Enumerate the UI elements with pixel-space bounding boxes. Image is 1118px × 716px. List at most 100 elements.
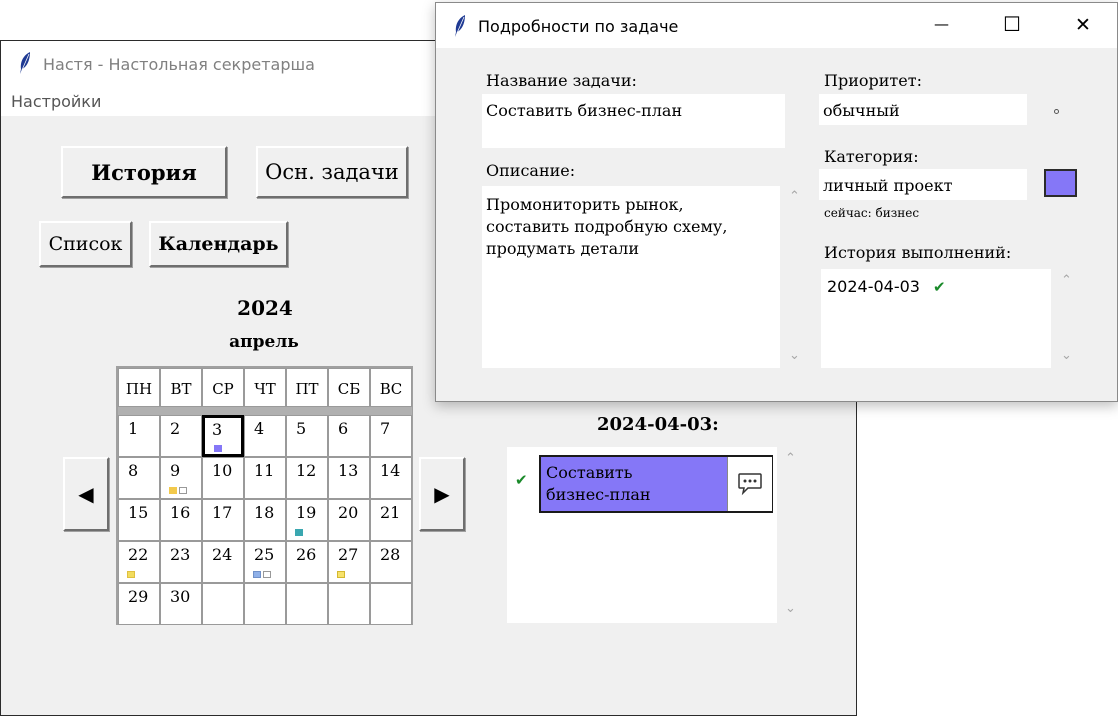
task-marker-icon [253, 571, 261, 578]
minimize-icon[interactable]: — [934, 15, 949, 33]
calendar-day-cell[interactable] [202, 583, 244, 625]
maximize-icon[interactable]: ☐ [1003, 12, 1021, 36]
calendar-day-number: 29 [128, 587, 149, 606]
close-icon[interactable]: ✕ [1075, 14, 1091, 36]
dialog-title: Подробности по задаче [478, 17, 679, 36]
task-name-value: Составить бизнес-план [486, 101, 683, 120]
calendar-day-cell[interactable]: 18 [244, 499, 286, 541]
calendar-day-cell[interactable]: 14 [370, 457, 412, 499]
calendar-day-cell[interactable]: 1 [118, 415, 160, 457]
comment-icon [738, 473, 762, 496]
history-list: 2024-04-03 ✔ [821, 269, 1051, 368]
day-list-scroll-up-icon[interactable]: ⌃ [785, 451, 796, 466]
category-label: Категория: [824, 147, 919, 166]
calendar-day-number: 18 [254, 503, 275, 522]
calendar-day-cell[interactable]: 9 [160, 457, 202, 499]
weekday-separator [118, 407, 412, 415]
history-check-icon: ✔ [933, 278, 946, 296]
weekday-label: СБ [337, 380, 361, 398]
priority-dot-icon [1054, 109, 1059, 114]
history-scroll-up-icon[interactable]: ⌃ [1061, 273, 1072, 288]
calendar-button[interactable]: Календарь [149, 221, 288, 267]
description-scroll-down-icon[interactable]: ⌄ [789, 348, 800, 363]
history-entry-date: 2024-04-03 [827, 277, 920, 296]
calendar-day-cell[interactable]: 30 [160, 583, 202, 625]
calendar-day-cell[interactable]: 7 [370, 415, 412, 457]
calendar-day-cell[interactable]: 3 [202, 415, 244, 457]
prev-month-button[interactable]: ◀ [63, 457, 109, 531]
calendar-day-cell[interactable]: 24 [202, 541, 244, 583]
calendar-day-cell[interactable]: 26 [286, 541, 328, 583]
weekday-header: СБ [328, 368, 370, 407]
calendar-day-cell[interactable]: 2 [160, 415, 202, 457]
calendar-day-cell[interactable] [244, 583, 286, 625]
calendar-day-number: 4 [254, 419, 265, 438]
task-row[interactable]: ✔ Составить бизнес-план [507, 447, 777, 519]
calendar-day-cell[interactable]: 13 [328, 457, 370, 499]
calendar-day-cell[interactable]: 15 [118, 499, 160, 541]
calendar-day-cell[interactable]: 12 [286, 457, 328, 499]
calendar-day-cell[interactable]: 11 [244, 457, 286, 499]
calendar-day-cell[interactable]: 5 [286, 415, 328, 457]
calendar-day-number: 23 [170, 545, 191, 564]
calendar-day-cell[interactable] [370, 583, 412, 625]
menu-item-settings[interactable]: Настройки [11, 92, 101, 111]
calendar-day-cell[interactable]: 28 [370, 541, 412, 583]
calendar-day-cell[interactable]: 20 [328, 499, 370, 541]
history-button-label: История [91, 159, 197, 185]
calendar-day-cell[interactable] [286, 583, 328, 625]
priority-label: Приоритет: [824, 71, 922, 90]
category-value: личный проект [823, 176, 953, 195]
task-marker-icon [127, 571, 135, 578]
calendar-day-cell[interactable] [328, 583, 370, 625]
calendar-day-cell[interactable]: 8 [118, 457, 160, 499]
task-marker-icon [337, 571, 345, 578]
calendar-day-cell[interactable]: 17 [202, 499, 244, 541]
calendar-day-number: 6 [338, 419, 349, 438]
calendar-day-number: 17 [212, 503, 233, 522]
calendar-day-cell[interactable]: 19 [286, 499, 328, 541]
list-button[interactable]: Список [39, 221, 132, 267]
task-marker-icon [214, 445, 222, 452]
calendar-day-number: 21 [380, 503, 401, 522]
category-field[interactable]: личный проект [819, 169, 1027, 200]
feather-icon [453, 14, 467, 38]
calendar-day-cell[interactable]: 6 [328, 415, 370, 457]
description-scroll-up-icon[interactable]: ⌃ [789, 189, 800, 204]
task-card[interactable]: Составить бизнес-план [539, 455, 773, 513]
history-button[interactable]: История [61, 146, 227, 198]
calendar-day-cell[interactable]: 27 [328, 541, 370, 583]
description-value: Промониторить рынок, составить подробную… [486, 195, 728, 258]
next-arrow-icon: ▶ [434, 482, 450, 506]
dialog-titlebar[interactable]: Подробности по задаче — ☐ ✕ [436, 3, 1117, 48]
day-list-scroll-down-icon[interactable]: ⌄ [785, 601, 796, 616]
weekday-label: ВС [379, 380, 403, 398]
calendar-day-cell[interactable]: 21 [370, 499, 412, 541]
weekday-header: ВТ [160, 368, 202, 407]
calendar-grid: ПН ВТ СР ЧТ ПТ СБ ВС 1 2 3 4 5 6 7 8 9 10 11 12 13 14 15 16 17 1… [116, 366, 413, 625]
calendar-day-number: 26 [296, 545, 317, 564]
calendar-day-cell[interactable]: 10 [202, 457, 244, 499]
task-comment-button[interactable] [727, 457, 772, 511]
selected-date-label: 2024-04-03: [597, 414, 719, 435]
calendar-day-cell[interactable]: 29 [118, 583, 160, 625]
next-month-button[interactable]: ▶ [419, 457, 465, 531]
calendar-day-cell[interactable]: 4 [244, 415, 286, 457]
description-field[interactable]: Промониторить рынок, составить подробную… [482, 186, 780, 368]
calendar-day-cell[interactable]: 16 [160, 499, 202, 541]
calendar-day-number: 11 [254, 461, 275, 480]
weekday-header: СР [202, 368, 244, 407]
task-name-field[interactable]: Составить бизнес-план [482, 94, 785, 148]
weekday-header: ЧТ [244, 368, 286, 407]
calendar-day-number: 14 [380, 461, 401, 480]
calendar-day-cell[interactable]: 25 [244, 541, 286, 583]
priority-field[interactable]: обычный [819, 94, 1027, 125]
calendar-year: 2024 [237, 296, 293, 320]
calendar-day-cell[interactable]: 22 [118, 541, 160, 583]
calendar-day-number: 12 [296, 461, 317, 480]
weekday-label: ПТ [295, 380, 319, 398]
category-color-swatch[interactable] [1044, 169, 1077, 197]
history-scroll-down-icon[interactable]: ⌄ [1061, 348, 1072, 363]
main-tasks-button[interactable]: Осн. задачи [256, 146, 408, 198]
calendar-day-cell[interactable]: 23 [160, 541, 202, 583]
